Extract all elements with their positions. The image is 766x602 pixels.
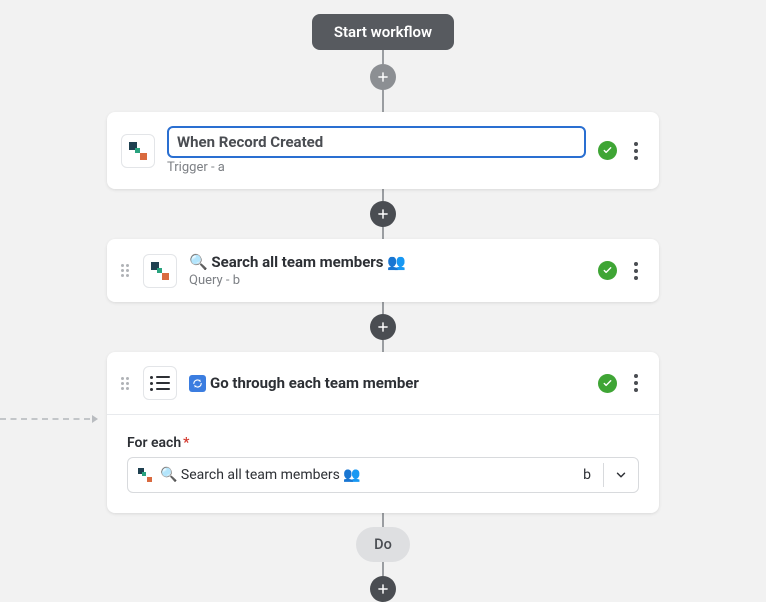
chevron-down-icon xyxy=(614,468,628,482)
connector-line xyxy=(382,90,384,112)
card-subtitle: Query - b xyxy=(189,273,586,288)
for-each-ref: b xyxy=(571,467,603,483)
for-each-value: 🔍 Search all team members 👥 xyxy=(160,467,361,483)
workflow-card-trigger: Trigger - a xyxy=(107,112,659,189)
drag-handle-icon[interactable] xyxy=(121,264,131,277)
card-more-button[interactable] xyxy=(627,374,645,392)
plus-icon xyxy=(376,582,390,596)
loop-icon xyxy=(189,375,206,392)
plus-icon xyxy=(376,207,390,221)
for-each-label: For each* xyxy=(127,435,639,451)
plus-icon xyxy=(376,70,390,84)
add-step-button[interactable] xyxy=(370,64,396,90)
list-icon xyxy=(143,366,177,400)
status-success-icon xyxy=(598,141,617,160)
workflow-card-loop: Go through each team member For each* xyxy=(107,352,659,513)
add-step-button[interactable] xyxy=(370,314,396,340)
card-more-button[interactable] xyxy=(627,142,645,160)
do-label-pill: Do xyxy=(356,527,410,562)
card-title: Go through each team member xyxy=(189,374,586,392)
app-logo-icon xyxy=(121,134,155,168)
app-logo-icon xyxy=(138,468,152,482)
connector-line xyxy=(382,513,384,527)
card-title-input[interactable] xyxy=(167,126,586,158)
connector-line xyxy=(382,189,384,201)
dropdown-toggle[interactable] xyxy=(604,468,638,482)
card-subtitle: Trigger - a xyxy=(167,160,586,175)
status-success-icon xyxy=(598,261,617,280)
connector-line xyxy=(382,50,384,64)
card-title: 🔍 Search all team members 👥 xyxy=(189,253,586,271)
start-workflow-pill[interactable]: Start workflow xyxy=(312,14,454,50)
plus-icon xyxy=(376,320,390,334)
arrow-right-icon xyxy=(90,414,100,424)
card-more-button[interactable] xyxy=(627,262,645,280)
connector-line xyxy=(382,227,384,239)
connector-line xyxy=(382,302,384,314)
add-step-button[interactable] xyxy=(370,201,396,227)
connector-line xyxy=(382,340,384,352)
add-step-button[interactable] xyxy=(370,576,396,602)
connector-line xyxy=(382,562,384,576)
workflow-card-query: 🔍 Search all team members 👥 Query - b xyxy=(107,239,659,302)
incoming-connector xyxy=(0,414,100,424)
app-logo-icon xyxy=(143,254,177,288)
status-success-icon xyxy=(598,374,617,393)
drag-handle-icon[interactable] xyxy=(121,377,131,390)
for-each-select[interactable]: 🔍 Search all team members 👥 b xyxy=(127,457,639,493)
